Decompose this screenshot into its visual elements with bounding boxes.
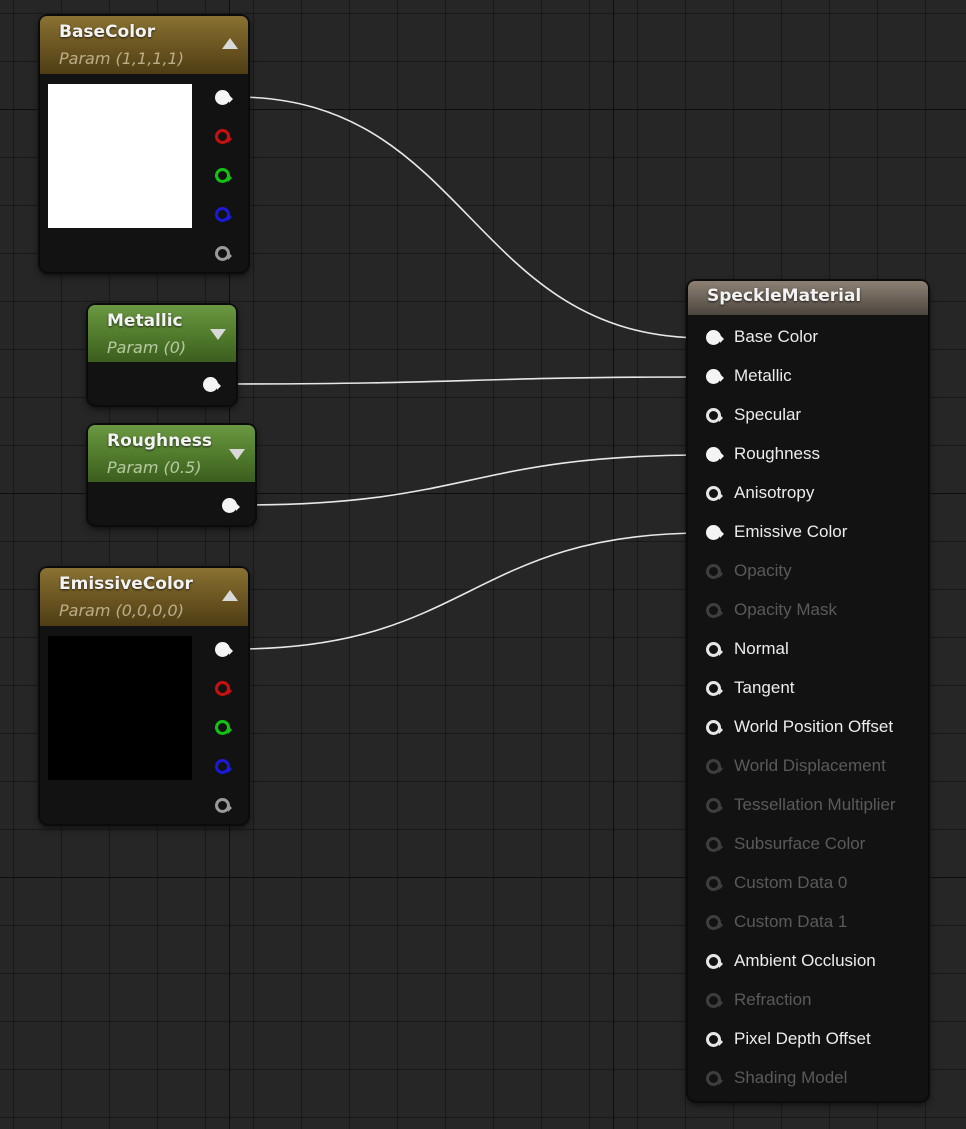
input-label: Opacity Mask [734, 600, 837, 619]
input-pin-icon[interactable] [706, 486, 723, 501]
input-pin-icon[interactable] [706, 993, 723, 1008]
input-label: Shading Model [734, 1068, 848, 1087]
input-label: Emissive Color [734, 522, 848, 541]
input-label: Anisotropy [734, 483, 815, 502]
metallic-param-node[interactable]: Metallic Param (0) [88, 305, 236, 405]
node-header[interactable]: Roughness Param (0.5) [88, 425, 255, 482]
node-subtitle: Param (1,1,1,1) [59, 49, 184, 68]
output-pin-r[interactable] [215, 129, 232, 144]
input-pin-icon[interactable] [706, 369, 724, 384]
output-pin-b[interactable] [215, 759, 232, 774]
input-pin-icon[interactable] [706, 447, 724, 462]
output-pin-value[interactable] [222, 498, 240, 513]
node-title: SpeckleMaterial [707, 286, 862, 306]
node-header[interactable]: BaseColor Param (1,1,1,1) [40, 16, 248, 74]
output-pin-a[interactable] [215, 798, 232, 813]
input-pin-icon[interactable] [706, 1071, 723, 1086]
triangle-up-icon[interactable] [222, 590, 238, 601]
input-label: Custom Data 0 [734, 873, 848, 892]
node-header[interactable]: Metallic Param (0) [88, 305, 236, 362]
input-pin-icon[interactable] [706, 759, 723, 774]
input-pin-icon[interactable] [706, 720, 723, 735]
input-label: World Displacement [734, 756, 886, 775]
output-pin-a[interactable] [215, 246, 232, 261]
node-subtitle: Param (0,0,0,0) [59, 601, 184, 620]
input-pin-icon[interactable] [706, 1032, 723, 1047]
input-label: Metallic [734, 366, 792, 385]
output-pin-rgba[interactable] [215, 642, 233, 657]
input-label: Roughness [734, 444, 821, 463]
emissivecolor-param-node[interactable]: EmissiveColor Param (0,0,0,0) [40, 568, 248, 824]
input-label: Refraction [734, 990, 812, 1009]
input-label: Base Color [734, 327, 819, 346]
output-pin-value[interactable] [203, 377, 221, 392]
node-header[interactable]: EmissiveColor Param (0,0,0,0) [40, 568, 248, 626]
color-preview-swatch [48, 636, 192, 780]
node-title: Roughness [107, 431, 213, 451]
node-title: BaseColor [59, 22, 156, 42]
output-pin-g[interactable] [215, 168, 232, 183]
input-label: Tessellation Multiplier [734, 795, 896, 814]
input-pin-icon[interactable] [706, 603, 723, 618]
node-title: EmissiveColor [59, 574, 193, 594]
input-pin-icon[interactable] [706, 681, 723, 696]
input-pin-icon[interactable] [706, 642, 723, 657]
input-label: Tangent [734, 678, 795, 697]
output-pin-g[interactable] [215, 720, 232, 735]
input-label: Normal [734, 639, 789, 658]
triangle-down-icon[interactable] [210, 329, 226, 340]
output-pin-r[interactable] [215, 681, 232, 696]
input-label: Specular [734, 405, 802, 424]
input-label: Opacity [734, 561, 792, 580]
color-preview-swatch [48, 84, 192, 228]
input-pin-icon[interactable] [706, 330, 724, 345]
node-subtitle: Param (0) [107, 338, 187, 357]
output-pin-b[interactable] [215, 207, 232, 222]
input-pin-icon[interactable] [706, 564, 723, 579]
node-header[interactable]: SpeckleMaterial [688, 281, 928, 315]
input-pin-icon[interactable] [706, 837, 723, 852]
input-pin-icon[interactable] [706, 954, 723, 969]
input-label: Ambient Occlusion [734, 951, 876, 970]
triangle-down-icon[interactable] [229, 449, 245, 460]
node-title: Metallic [107, 311, 183, 331]
wire-metallic-to-metallic[interactable] [223, 376, 705, 385]
input-pin-icon[interactable] [706, 525, 724, 540]
input-label: Subsurface Color [734, 834, 866, 853]
input-pin-icon[interactable] [706, 876, 723, 891]
triangle-up-icon[interactable] [222, 38, 238, 49]
basecolor-param-node[interactable]: BaseColor Param (1,1,1,1) [40, 16, 248, 272]
input-pin-icon[interactable] [706, 798, 723, 813]
input-label: Pixel Depth Offset [734, 1029, 871, 1048]
wire-emissive-to-emissive-color[interactable] [235, 532, 705, 650]
input-label: World Position Offset [734, 717, 894, 736]
output-pin-rgba[interactable] [215, 90, 233, 105]
wire-roughness-to-roughness[interactable] [242, 454, 705, 506]
input-pin-icon[interactable] [706, 915, 723, 930]
roughness-param-node[interactable]: Roughness Param (0.5) [88, 425, 255, 525]
input-pin-icon[interactable] [706, 408, 723, 423]
input-label: Custom Data 1 [734, 912, 848, 931]
speckle-material-node[interactable]: SpeckleMaterial Base Color Metallic Specul… [688, 281, 928, 1101]
wire-basecolor-to-base-color[interactable] [235, 96, 705, 339]
node-subtitle: Param (0.5) [107, 458, 202, 477]
